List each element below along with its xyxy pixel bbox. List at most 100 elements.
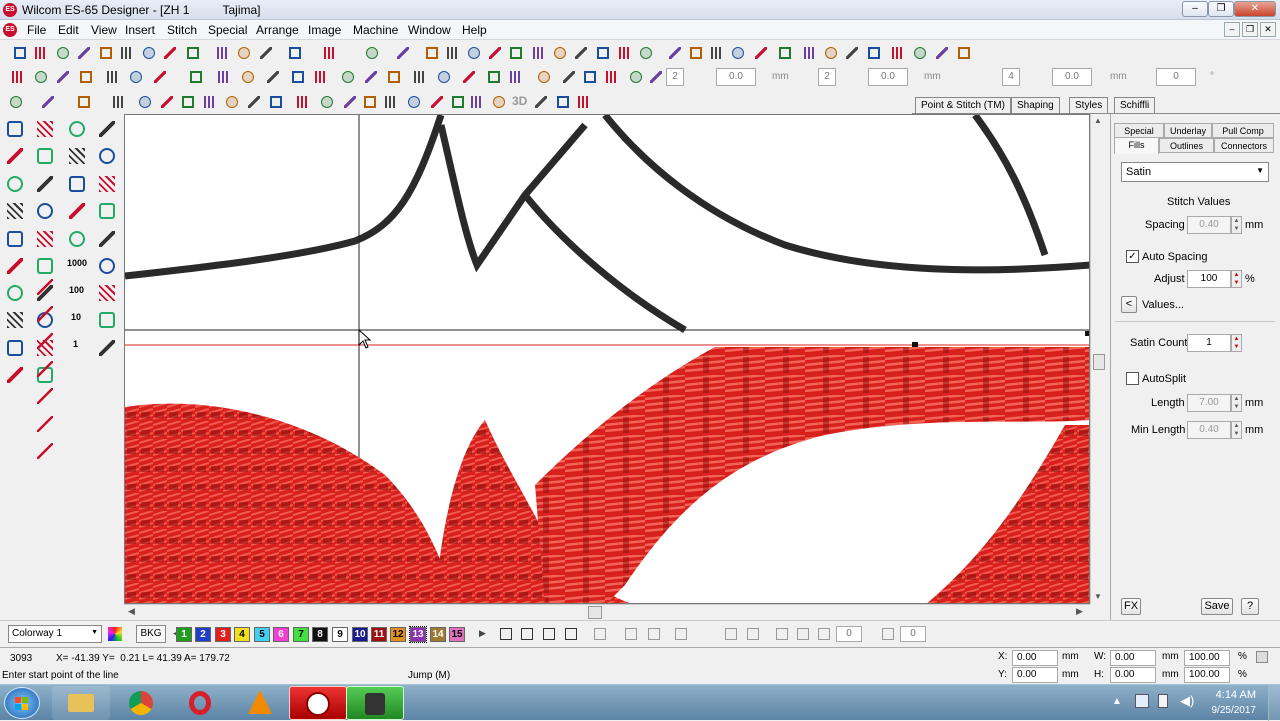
3d-button[interactable] bbox=[616, 44, 634, 62]
color-swatch-12[interactable]: 12 bbox=[390, 627, 406, 642]
bouquet-tool[interactable] bbox=[66, 145, 88, 167]
tab-special[interactable]: Special bbox=[1114, 123, 1164, 138]
dashed-line-tool[interactable] bbox=[34, 330, 56, 352]
split-tool[interactable] bbox=[4, 173, 26, 195]
menu-arrange[interactable]: Arrange bbox=[253, 22, 302, 38]
values-back-button[interactable]: < bbox=[1121, 296, 1137, 313]
color-swatch-15[interactable]: 15 bbox=[449, 627, 465, 642]
spacing-field[interactable]: 0.40 bbox=[1187, 216, 1231, 234]
vertical-scroll-thumb[interactable] bbox=[1093, 354, 1105, 370]
stitch-length-1[interactable]: 1 bbox=[73, 339, 78, 349]
angle-field[interactable]: 0 bbox=[1156, 68, 1196, 86]
select-tool[interactable] bbox=[4, 118, 26, 140]
length-tool[interactable] bbox=[96, 255, 118, 277]
no-color-button[interactable] bbox=[562, 625, 580, 643]
tab-schiffli[interactable]: Schiffli bbox=[1114, 97, 1156, 113]
doc-icon[interactable]: ES bbox=[3, 23, 17, 37]
color-swatch-7[interactable]: 7 bbox=[293, 627, 309, 642]
stitch-edit-tool[interactable] bbox=[4, 200, 26, 222]
swatch-next-arrow[interactable]: ▶ bbox=[479, 628, 486, 639]
adjust-stepper[interactable]: ▲ ▼ bbox=[1231, 270, 1242, 288]
slant-button[interactable] bbox=[879, 625, 897, 643]
color-swatch-13[interactable]: 13 bbox=[409, 626, 427, 643]
color-list-button[interactable] bbox=[591, 625, 609, 643]
spin-c-field[interactable]: 4 bbox=[1002, 68, 1020, 86]
values-link[interactable]: Values... bbox=[1142, 299, 1184, 311]
add-point-button[interactable] bbox=[497, 625, 515, 643]
fancy-button[interactable] bbox=[245, 93, 263, 111]
order-button[interactable] bbox=[312, 68, 330, 86]
step-button[interactable] bbox=[603, 68, 621, 86]
slow-redraw-button[interactable] bbox=[637, 44, 655, 62]
x-field[interactable]: 0.00 bbox=[1012, 650, 1058, 666]
menu-insert[interactable]: Insert bbox=[122, 22, 158, 38]
horizontal-scrollbar[interactable]: ◀ ▶ bbox=[124, 604, 1090, 620]
menu-machine[interactable]: Machine bbox=[350, 22, 401, 38]
3d-button[interactable]: 3D bbox=[512, 94, 527, 108]
program-button[interactable] bbox=[267, 93, 285, 111]
horizontal-scroll-thumb[interactable] bbox=[588, 606, 602, 619]
spacer-button[interactable] bbox=[647, 68, 665, 86]
magic-wand-tool[interactable] bbox=[4, 145, 26, 167]
stitch-length-100[interactable]: 100 bbox=[69, 285, 84, 295]
repeat-button[interactable] bbox=[627, 68, 645, 86]
length-field[interactable]: 7.00 bbox=[1187, 394, 1231, 412]
new-button[interactable] bbox=[11, 44, 29, 62]
scroll-left-arrow[interactable]: ◀ bbox=[128, 606, 135, 617]
fill-button[interactable] bbox=[363, 44, 381, 62]
start-button[interactable] bbox=[4, 687, 40, 719]
rectangle-tool[interactable] bbox=[96, 228, 118, 250]
rotate-left-button[interactable] bbox=[773, 625, 791, 643]
remove-point-button[interactable] bbox=[518, 625, 536, 643]
spin-b-field[interactable]: 2 bbox=[818, 68, 836, 86]
mesh-tool[interactable] bbox=[4, 337, 26, 359]
taskbar-vlc[interactable] bbox=[231, 686, 289, 720]
rainbow-tool[interactable] bbox=[66, 173, 88, 195]
fx-button[interactable]: FX bbox=[1121, 598, 1141, 615]
design-canvas[interactable] bbox=[124, 114, 1090, 604]
satin-count-field[interactable]: 1 bbox=[1187, 334, 1231, 352]
color-blend-button[interactable] bbox=[540, 625, 558, 643]
trapunto-button[interactable] bbox=[575, 93, 593, 111]
properties-button[interactable] bbox=[672, 625, 690, 643]
scale-button[interactable] bbox=[507, 68, 525, 86]
run-diagonal-tool[interactable] bbox=[96, 118, 118, 140]
color-swatch-8[interactable]: 8 bbox=[312, 627, 328, 642]
vertical-scrollbar[interactable]: ▲ ▼ bbox=[1090, 114, 1107, 604]
jump-tool[interactable] bbox=[34, 276, 56, 298]
fill-type-select[interactable]: Satin ▼ bbox=[1121, 162, 1269, 182]
rotate-angle-button[interactable] bbox=[815, 625, 833, 643]
scroll-up-arrow[interactable]: ▲ bbox=[1094, 116, 1102, 125]
copy-button[interactable] bbox=[184, 44, 202, 62]
tab-underlay[interactable]: Underlay bbox=[1164, 123, 1212, 138]
appliqué-tool[interactable] bbox=[66, 200, 88, 222]
tray-volume-icon[interactable]: ◀) bbox=[1180, 693, 1194, 709]
menu-window[interactable]: Window bbox=[405, 22, 454, 38]
color-swatch-10[interactable]: 10 bbox=[352, 627, 368, 642]
shape-tool[interactable] bbox=[34, 145, 56, 167]
mirror-button[interactable] bbox=[151, 68, 169, 86]
sync-button[interactable] bbox=[865, 44, 883, 62]
scissors-pair-tool[interactable] bbox=[96, 309, 118, 331]
show-vector-button[interactable] bbox=[776, 44, 794, 62]
proportional-lock-icon[interactable] bbox=[1256, 651, 1268, 663]
column-stitch-tool[interactable] bbox=[4, 228, 26, 250]
break-button[interactable] bbox=[127, 68, 145, 86]
team-names-tool[interactable] bbox=[96, 282, 118, 304]
gear-button[interactable] bbox=[933, 44, 951, 62]
background-button[interactable]: BKG bbox=[136, 625, 166, 643]
distribute-button[interactable] bbox=[289, 68, 307, 86]
ruler-tool[interactable] bbox=[34, 358, 56, 380]
tatami-button[interactable] bbox=[75, 93, 93, 111]
fill-globe-tool[interactable] bbox=[34, 173, 56, 195]
save-button[interactable]: Save bbox=[1201, 598, 1233, 615]
rotate-field[interactable]: 0 bbox=[836, 626, 862, 642]
show-functions-button[interactable] bbox=[687, 44, 705, 62]
show-connectors-button[interactable] bbox=[708, 44, 726, 62]
show-desktop-button[interactable] bbox=[1268, 685, 1280, 721]
color-film-button[interactable] bbox=[551, 44, 569, 62]
show-image-button[interactable] bbox=[530, 44, 548, 62]
color-swatch-6[interactable]: 6 bbox=[273, 627, 289, 642]
circle-button[interactable] bbox=[889, 44, 907, 62]
group-button[interactable] bbox=[9, 68, 27, 86]
